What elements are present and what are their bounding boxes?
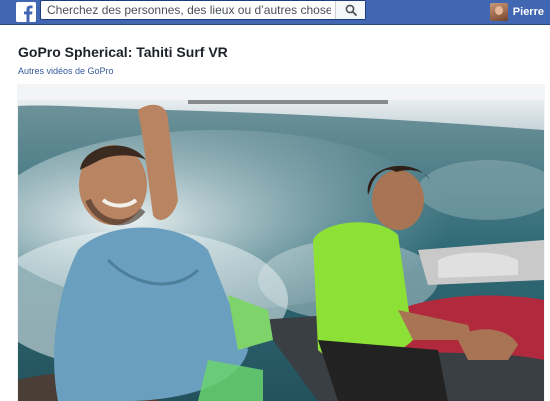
video-frame-image [18, 100, 544, 401]
user-profile-link[interactable]: Pierre [489, 2, 544, 22]
search-icon [345, 4, 357, 16]
user-name: Pierre [512, 6, 544, 18]
more-videos-link[interactable]: Autres vidéos de GoPro [18, 66, 114, 76]
video-title: GoPro Spherical: Tahiti Surf VR [18, 44, 228, 60]
search-input[interactable] [41, 1, 331, 19]
video-player[interactable] [18, 100, 544, 401]
facebook-f-icon[interactable] [16, 2, 36, 22]
search-bar [40, 0, 366, 20]
top-navigation-bar: Pierre [0, 0, 550, 25]
search-button[interactable] [335, 1, 365, 19]
avatar [489, 3, 508, 21]
